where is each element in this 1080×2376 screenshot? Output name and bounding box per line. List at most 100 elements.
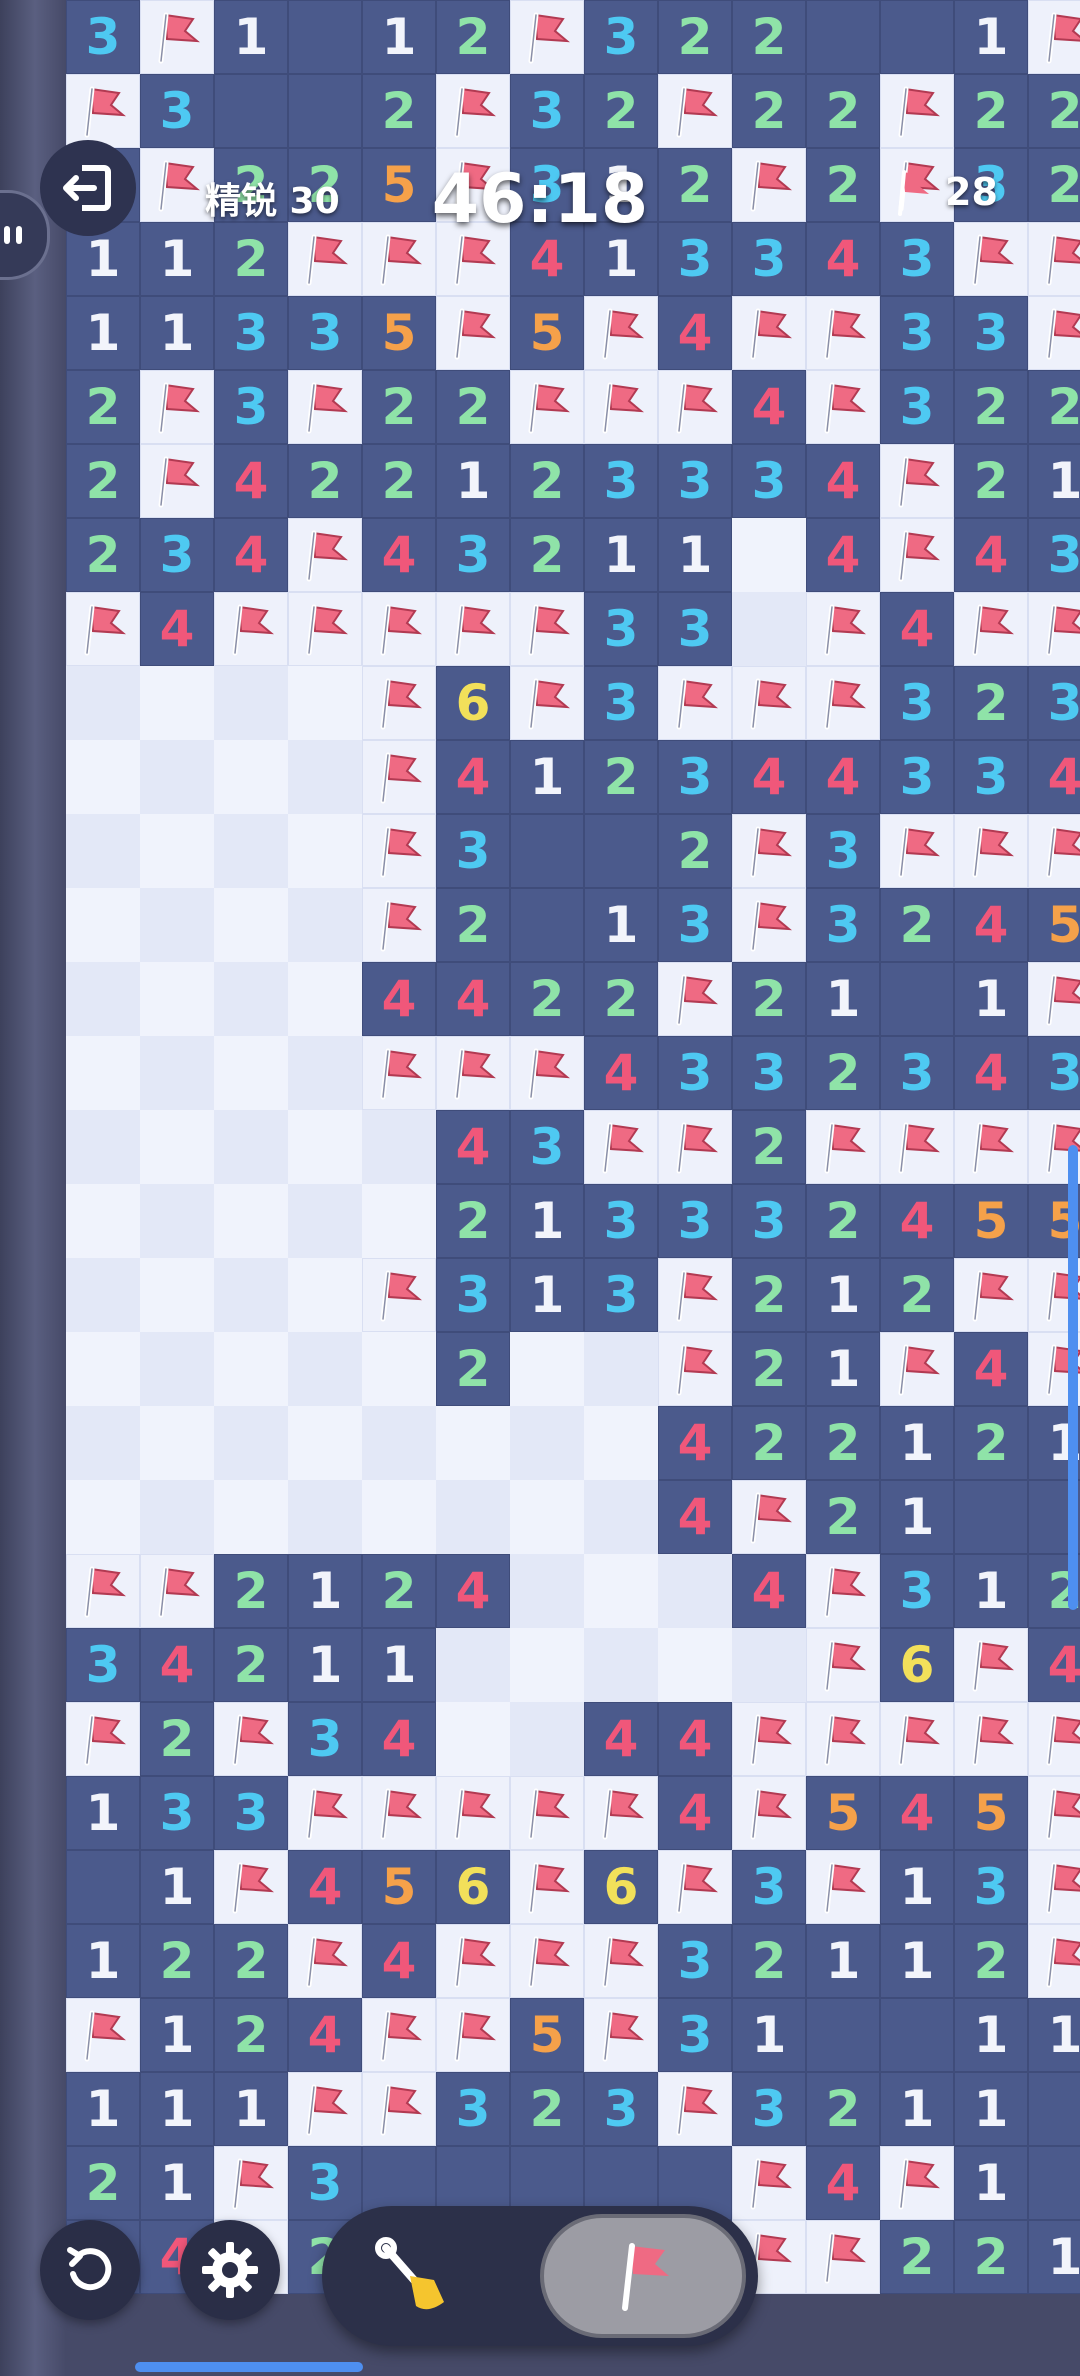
- number-cell[interactable]: 4: [214, 444, 288, 518]
- empty-cell[interactable]: [214, 1480, 288, 1554]
- number-cell[interactable]: 4: [436, 740, 510, 814]
- flagged-cell[interactable]: [66, 74, 140, 148]
- empty-cell[interactable]: [288, 814, 362, 888]
- flagged-cell[interactable]: [880, 2146, 954, 2220]
- number-cell[interactable]: 6: [436, 666, 510, 740]
- number-cell[interactable]: 2: [510, 962, 584, 1036]
- number-cell[interactable]: 3: [658, 1924, 732, 1998]
- number-cell[interactable]: 4: [658, 1406, 732, 1480]
- number-cell[interactable]: 2: [362, 444, 436, 518]
- number-cell[interactable]: 3: [658, 740, 732, 814]
- number-cell[interactable]: 1: [954, 1554, 1028, 1628]
- number-cell[interactable]: 1: [66, 296, 140, 370]
- flagged-cell[interactable]: [362, 1258, 436, 1332]
- number-cell[interactable]: 2: [1028, 74, 1080, 148]
- empty-cell[interactable]: [214, 1258, 288, 1332]
- covered-cell[interactable]: [806, 0, 880, 74]
- flagged-cell[interactable]: [584, 296, 658, 370]
- number-cell[interactable]: 2: [66, 2146, 140, 2220]
- flagged-cell[interactable]: [732, 1702, 806, 1776]
- number-cell[interactable]: 1: [66, 2072, 140, 2146]
- flagged-cell[interactable]: [658, 1332, 732, 1406]
- empty-cell[interactable]: [436, 1406, 510, 1480]
- number-cell[interactable]: 2: [732, 1332, 806, 1406]
- number-cell[interactable]: 3: [880, 1036, 954, 1110]
- number-cell[interactable]: 1: [880, 2072, 954, 2146]
- empty-cell[interactable]: [140, 1036, 214, 1110]
- number-cell[interactable]: 5: [1028, 888, 1080, 962]
- empty-cell[interactable]: [140, 1184, 214, 1258]
- number-cell[interactable]: 1: [140, 1998, 214, 2072]
- number-cell[interactable]: 3: [140, 74, 214, 148]
- number-cell[interactable]: 4: [954, 1036, 1028, 1110]
- number-cell[interactable]: 3: [658, 1998, 732, 2072]
- empty-cell[interactable]: [362, 1184, 436, 1258]
- empty-cell[interactable]: [140, 1332, 214, 1406]
- flagged-cell[interactable]: [732, 1776, 806, 1850]
- empty-cell[interactable]: [288, 1480, 362, 1554]
- vertical-scrollbar[interactable]: [1068, 1145, 1078, 1610]
- number-cell[interactable]: 3: [584, 1258, 658, 1332]
- number-cell[interactable]: 1: [954, 0, 1028, 74]
- flagged-cell[interactable]: [732, 666, 806, 740]
- flagged-cell[interactable]: [436, 74, 510, 148]
- number-cell[interactable]: 3: [140, 518, 214, 592]
- flagged-cell[interactable]: [806, 1850, 880, 1924]
- flagged-cell[interactable]: [288, 1924, 362, 1998]
- number-cell[interactable]: 3: [806, 888, 880, 962]
- number-cell[interactable]: 3: [214, 296, 288, 370]
- empty-cell[interactable]: [140, 1406, 214, 1480]
- number-cell[interactable]: 1: [1028, 444, 1080, 518]
- flagged-cell[interactable]: [214, 1702, 288, 1776]
- empty-cell[interactable]: [436, 1480, 510, 1554]
- number-cell[interactable]: 4: [436, 1554, 510, 1628]
- empty-cell[interactable]: [66, 1184, 140, 1258]
- flagged-cell[interactable]: [510, 1776, 584, 1850]
- empty-cell[interactable]: [214, 1184, 288, 1258]
- number-cell[interactable]: 1: [954, 2072, 1028, 2146]
- empty-cell[interactable]: [362, 1406, 436, 1480]
- empty-cell[interactable]: [732, 518, 806, 592]
- empty-cell[interactable]: [584, 1332, 658, 1406]
- empty-cell[interactable]: [140, 1258, 214, 1332]
- empty-cell[interactable]: [584, 1554, 658, 1628]
- number-cell[interactable]: 1: [66, 1776, 140, 1850]
- empty-cell[interactable]: [362, 1110, 436, 1184]
- number-cell[interactable]: 1: [954, 2146, 1028, 2220]
- number-cell[interactable]: 1: [880, 1480, 954, 1554]
- number-cell[interactable]: 4: [362, 518, 436, 592]
- number-cell[interactable]: 2: [584, 740, 658, 814]
- number-cell[interactable]: 2: [806, 1184, 880, 1258]
- number-cell[interactable]: 3: [1028, 666, 1080, 740]
- dig-mode-button[interactable]: [362, 2226, 462, 2326]
- flagged-cell[interactable]: [658, 1258, 732, 1332]
- empty-cell[interactable]: [214, 814, 288, 888]
- covered-cell[interactable]: [288, 74, 362, 148]
- number-cell[interactable]: 4: [362, 962, 436, 1036]
- number-cell[interactable]: 4: [658, 296, 732, 370]
- number-cell[interactable]: 4: [732, 740, 806, 814]
- number-cell[interactable]: 2: [436, 1332, 510, 1406]
- number-cell[interactable]: 4: [806, 518, 880, 592]
- covered-cell[interactable]: [880, 1998, 954, 2072]
- flagged-cell[interactable]: [954, 1258, 1028, 1332]
- restart-button[interactable]: [40, 2220, 140, 2320]
- number-cell[interactable]: 1: [214, 0, 288, 74]
- number-cell[interactable]: 3: [732, 2072, 806, 2146]
- empty-cell[interactable]: [140, 962, 214, 1036]
- flagged-cell[interactable]: [140, 444, 214, 518]
- flagged-cell[interactable]: [510, 1036, 584, 1110]
- number-cell[interactable]: 1: [510, 1258, 584, 1332]
- number-cell[interactable]: 3: [214, 370, 288, 444]
- number-cell[interactable]: 5: [362, 1850, 436, 1924]
- number-cell[interactable]: 3: [288, 2146, 362, 2220]
- flagged-cell[interactable]: [66, 592, 140, 666]
- flagged-cell[interactable]: [510, 592, 584, 666]
- number-cell[interactable]: 4: [880, 1776, 954, 1850]
- flagged-cell[interactable]: [288, 518, 362, 592]
- number-cell[interactable]: 6: [436, 1850, 510, 1924]
- number-cell[interactable]: 2: [510, 2072, 584, 2146]
- number-cell[interactable]: 3: [658, 1184, 732, 1258]
- flagged-cell[interactable]: [732, 1480, 806, 1554]
- number-cell[interactable]: 4: [214, 518, 288, 592]
